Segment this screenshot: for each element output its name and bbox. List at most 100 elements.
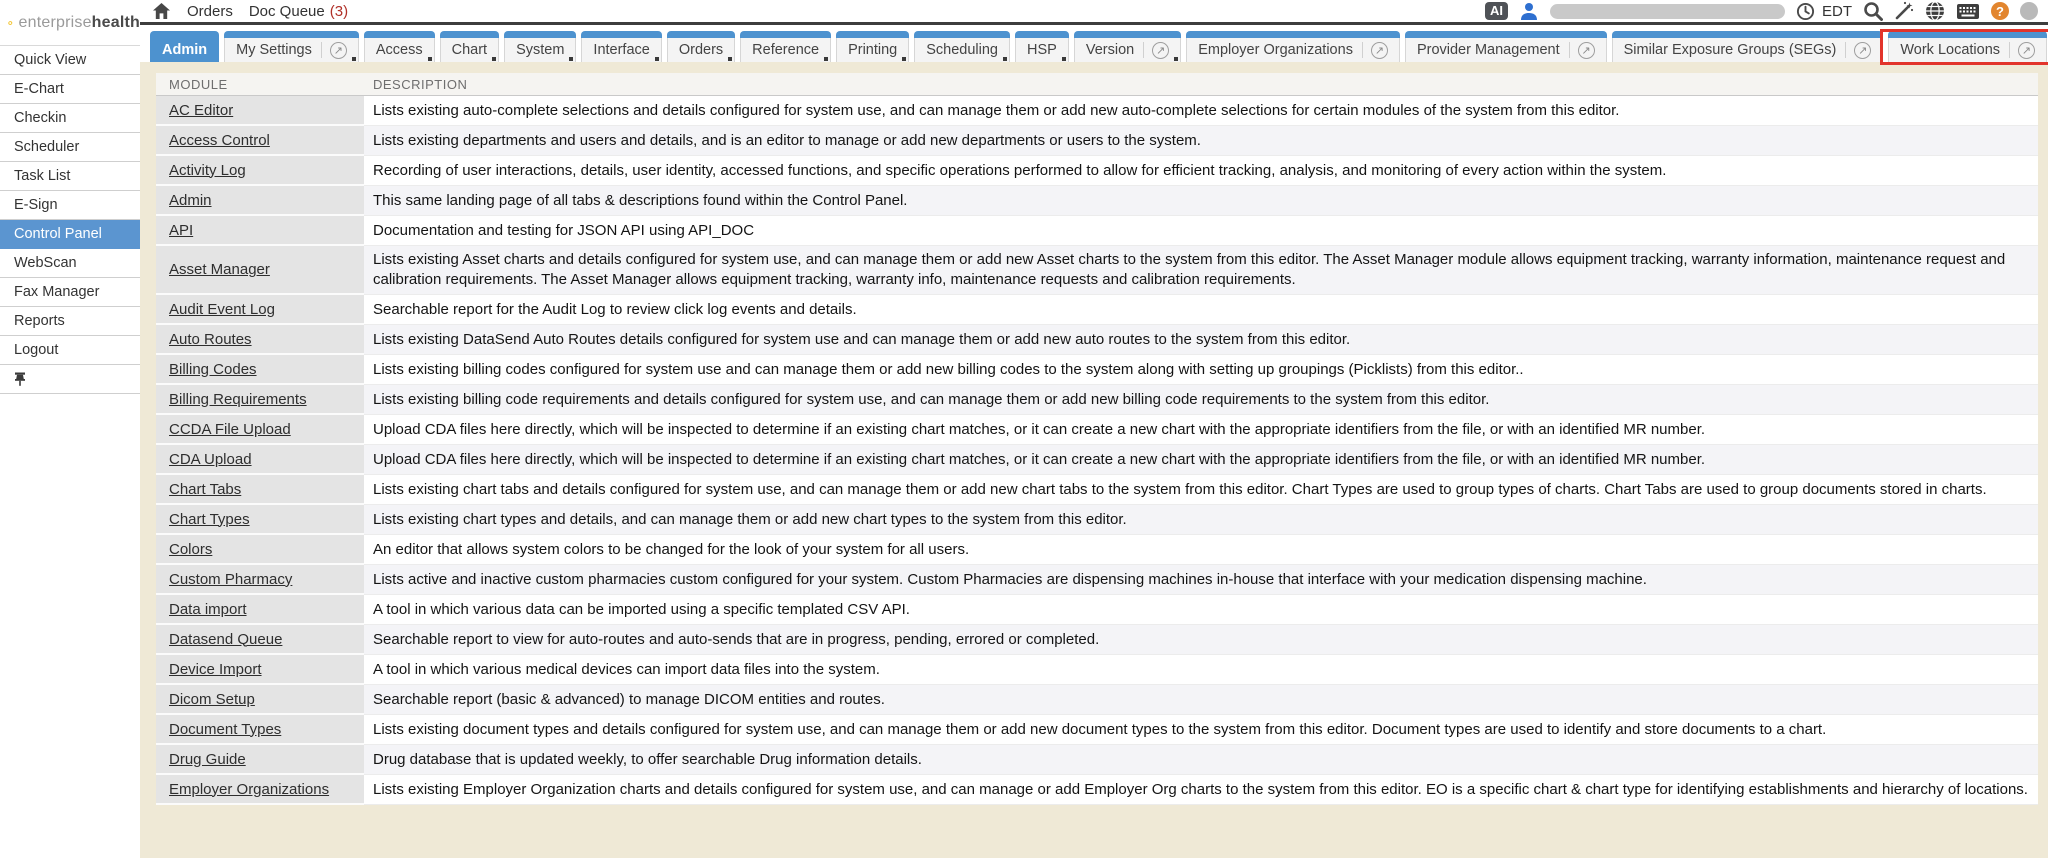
module-link-custom-pharmacy[interactable]: Custom Pharmacy [169,571,292,588]
module-cell: Datasend Queue [156,625,364,655]
tab-divider [1569,42,1570,58]
module-link-billing-codes[interactable]: Billing Codes [169,361,257,378]
app-logo: enterprisehealth [0,0,140,46]
module-cell: Chart Tabs [156,475,364,505]
table-body: AC EditorLists existing auto-complete se… [156,96,2038,805]
module-description: Lists existing Employer Organization cha… [364,775,2038,805]
tab-version[interactable]: Version↗ [1074,31,1181,62]
wand-icon[interactable] [1894,1,1914,21]
sidebar-item-fax-manager[interactable]: Fax Manager [0,278,140,307]
tab-corner-mark [1062,57,1066,61]
home-icon[interactable] [152,2,171,20]
tab-hsp[interactable]: HSP [1015,31,1069,62]
keyboard-icon[interactable] [1956,3,1980,20]
external-link-icon[interactable]: ↗ [1371,42,1388,59]
module-cell: Asset Manager [156,246,364,295]
tab-divider [1362,42,1363,58]
tab-label: Orders [679,42,723,58]
user-icon[interactable] [1519,1,1539,21]
nav-doc-queue[interactable]: Doc Queue(3) [249,3,348,20]
tab-orders[interactable]: Orders [667,31,735,62]
globe-icon[interactable] [1925,1,1945,21]
tab-access[interactable]: Access [364,31,435,62]
nav-orders[interactable]: Orders [187,3,233,20]
module-link-asset-manager[interactable]: Asset Manager [169,261,270,278]
table-row: Drug GuideDrug database that is updated … [156,745,2038,775]
module-link-admin[interactable]: Admin [169,192,212,209]
tab-similar-exposure-groups-segs[interactable]: Similar Exposure Groups (SEGs)↗ [1612,31,1884,62]
module-cell: CCDA File Upload [156,415,364,445]
module-link-audit-event-log[interactable]: Audit Event Log [169,301,275,318]
sidebar-item-scheduler[interactable]: Scheduler [0,133,140,162]
tab-corner-mark [902,57,906,61]
tab-chart[interactable]: Chart [440,31,499,62]
module-link-document-types[interactable]: Document Types [169,721,281,738]
module-link-chart-types[interactable]: Chart Types [169,511,250,528]
module-link-data-import[interactable]: Data import [169,601,247,618]
tab-work-locations[interactable]: Work Locations↗ [1888,31,2047,62]
module-cell: Employer Organizations [156,775,364,805]
table-row: Auto RoutesLists existing DataSend Auto … [156,325,2038,355]
module-link-activity-log[interactable]: Activity Log [169,162,246,179]
tab-provider-management[interactable]: Provider Management↗ [1405,31,1607,62]
clock-icon[interactable] [1796,2,1815,21]
table-row: Employer Organizations Lists existing Emp… [156,775,2038,805]
module-link-datasend-queue[interactable]: Datasend Queue [169,631,282,648]
module-link-api[interactable]: API [169,222,193,239]
sidebar-item-control-panel[interactable]: Control Panel [0,220,140,249]
module-link-ac-editor[interactable]: AC Editor [169,102,233,119]
tab-corner-mark [492,57,496,61]
tab-bar: AdminMy Settings↗AccessChartSystemInterf… [140,28,2048,62]
sidebar-item-quick-view[interactable]: Quick View [0,46,140,75]
tab-reference[interactable]: Reference [740,31,831,62]
sidebar-item-logout[interactable]: Logout [0,336,140,365]
tab-corner-mark [352,57,356,61]
sidebar-item-e-sign[interactable]: E-Sign [0,191,140,220]
external-link-icon[interactable]: ↗ [1854,42,1871,59]
module-link-auto-routes[interactable]: Auto Routes [169,331,252,348]
tab-my-settings[interactable]: My Settings↗ [224,31,359,62]
module-link-drug-guide[interactable]: Drug Guide [169,751,246,768]
tab-corner-mark [655,57,659,61]
tab-cap [914,31,1010,38]
tab-admin[interactable]: Admin [150,31,219,62]
modules-table: MODULE DESCRIPTION AC EditorLists existi… [156,73,2038,858]
top-bar: Orders Doc Queue(3) AI EDT ? [140,0,2048,25]
enterprise-health-logo-icon [8,8,13,38]
table-row: Custom PharmacyLists active and inactive… [156,565,2038,595]
module-link-device-import[interactable]: Device Import [169,661,262,678]
module-link-access-control[interactable]: Access Control [169,132,270,149]
external-link-icon[interactable]: ↗ [1578,42,1595,59]
help-icon[interactable]: ? [1991,2,2009,20]
module-link-ccda-file-upload[interactable]: CCDA File Upload [169,421,291,438]
module-link-dicom-setup[interactable]: Dicom Setup [169,691,255,708]
sidebar-item-webscan[interactable]: WebScan [0,249,140,278]
tab-cap [224,31,359,38]
sidebar-item-reports[interactable]: Reports [0,307,140,336]
tab-printing[interactable]: Printing [836,31,909,62]
module-link-chart-tabs[interactable]: Chart Tabs [169,481,241,498]
tab-system[interactable]: System [504,31,576,62]
tab-interface[interactable]: Interface [581,31,661,62]
module-link-cda-upload[interactable]: CDA Upload [169,451,252,468]
sidebar-item-task-list[interactable]: Task List [0,162,140,191]
module-link-employer-organizations[interactable]: Employer Organizations [169,781,329,798]
tab-divider [2009,42,2010,58]
external-link-icon[interactable]: ↗ [330,42,347,59]
table-row: APIDocumentation and testing for JSON AP… [156,216,2038,246]
search-icon[interactable] [1863,1,1883,21]
tab-cap [440,31,499,38]
module-link-colors[interactable]: Colors [169,541,212,558]
module-cell: Data import [156,595,364,625]
module-cell: Document Types [156,715,364,745]
sidebar-pin-toggle[interactable] [0,365,140,394]
ai-badge[interactable]: AI [1485,2,1508,20]
sidebar-item-e-chart[interactable]: E-Chart [0,75,140,104]
external-link-icon[interactable]: ↗ [2018,42,2035,59]
sidebar-item-checkin[interactable]: Checkin [0,104,140,133]
module-link-billing-requirements[interactable]: Billing Requirements [169,391,307,408]
external-link-icon[interactable]: ↗ [1152,42,1169,59]
table-row: Access ControlLists existing departments… [156,126,2038,156]
tab-employer-organizations[interactable]: Employer Organizations↗ [1186,31,1400,62]
tab-scheduling[interactable]: Scheduling [914,31,1010,62]
